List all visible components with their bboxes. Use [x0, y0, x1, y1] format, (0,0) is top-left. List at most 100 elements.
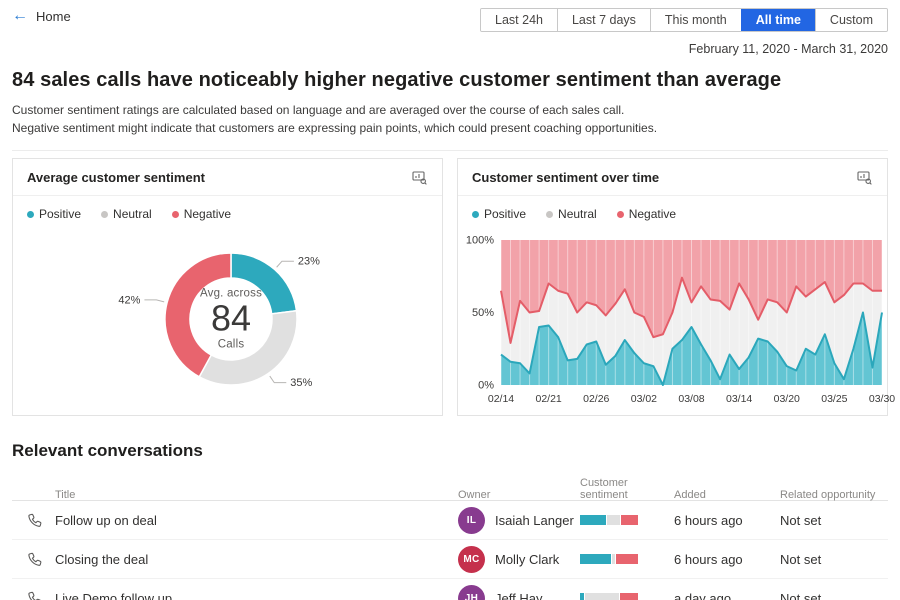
col-added: Added — [674, 489, 780, 501]
card-header: Average customer sentiment — [13, 159, 442, 196]
show-data-icon[interactable] — [856, 169, 873, 186]
back-arrow-icon: ← — [12, 8, 28, 24]
neutral-segment — [585, 593, 618, 600]
table-header-row: Title Owner Customer sentiment Added Rel… — [12, 477, 888, 501]
svg-text:03/20: 03/20 — [774, 393, 800, 405]
owner-name: Molly Clark — [495, 552, 559, 567]
owner-cell: MC Molly Clark — [458, 546, 580, 573]
donut-center-label: Avg. across 84 Calls — [200, 288, 262, 351]
phone-icon — [12, 590, 55, 600]
related-opportunity-cell: Not set — [780, 513, 888, 528]
back-label: Home — [36, 9, 71, 24]
legend-positive: Positive — [27, 207, 81, 221]
phone-icon — [12, 551, 55, 567]
conversation-title: Live Demo follow up — [55, 591, 458, 600]
area-legend: Positive Neutral Negative — [458, 196, 887, 227]
negative-segment — [621, 515, 638, 525]
neutral-segment — [612, 554, 615, 564]
neutral-segment — [607, 515, 620, 525]
col-owner: Owner — [458, 489, 580, 501]
negative-segment — [616, 554, 638, 564]
insight-title: 84 sales calls have noticeably higher ne… — [12, 69, 888, 92]
positive-segment — [580, 554, 611, 564]
legend-neutral: Neutral — [101, 207, 152, 221]
col-sentiment: Customer sentiment — [580, 477, 674, 501]
positive-dot-icon — [472, 211, 479, 218]
related-opportunity-cell: Not set — [780, 552, 888, 567]
donut-legend: Positive Neutral Negative — [13, 196, 442, 227]
sentiment-over-time-card: Customer sentiment over time Positive Ne… — [457, 158, 888, 416]
legend-negative: Negative — [172, 207, 231, 221]
positive-dot-icon — [27, 211, 34, 218]
description-line-1: Customer sentiment ratings are calculate… — [12, 103, 624, 117]
added-cell: 6 hours ago — [674, 513, 780, 528]
date-range: February 11, 2020 - March 31, 2020 — [12, 42, 888, 57]
owner-cell: IL Isaiah Langer — [458, 507, 580, 534]
show-data-icon[interactable] — [411, 169, 428, 186]
svg-text:02/21: 02/21 — [535, 393, 561, 405]
owner-cell: JH Jeff Hay — [458, 585, 580, 600]
svg-text:42%: 42% — [118, 294, 140, 306]
svg-text:02/26: 02/26 — [583, 393, 609, 405]
conversations-table: Title Owner Customer sentiment Added Rel… — [12, 477, 888, 600]
sentiment-bar — [580, 593, 638, 600]
svg-text:23%: 23% — [298, 256, 320, 268]
svg-text:50%: 50% — [472, 307, 494, 319]
area-chart-area: 0% 50% 100% 02/14 02/21 02/26 03/02 03/08 03/14 0… — [458, 227, 887, 413]
average-sentiment-card: Average customer sentiment Positive Neut… — [12, 158, 443, 416]
filter-last-7-days[interactable]: Last 7 days — [557, 9, 650, 31]
charts-row: Average customer sentiment Positive Neut… — [12, 158, 888, 416]
col-title: Title — [55, 489, 458, 501]
filter-last-24h[interactable]: Last 24h — [481, 9, 557, 31]
sentiment-bar — [580, 515, 638, 525]
svg-text:03/25: 03/25 — [821, 393, 847, 405]
svg-text:100%: 100% — [466, 235, 494, 247]
description-line-2: Negative sentiment might indicate that c… — [12, 121, 657, 135]
time-filter-group: Last 24h Last 7 days This month All time… — [480, 8, 888, 32]
svg-text:35%: 35% — [290, 377, 312, 389]
area-chart: 0% 50% 100% 02/14 02/21 02/26 03/02 03/08 03/14 0… — [458, 227, 889, 413]
sentiment-bar — [580, 554, 638, 564]
table-row[interactable]: Follow up on deal IL Isaiah Langer 6 hou… — [12, 501, 888, 540]
svg-text:03/08: 03/08 — [678, 393, 704, 405]
insight-description: Customer sentiment ratings are calculate… — [12, 101, 888, 137]
positive-segment — [580, 593, 584, 600]
donut-chart-area: 23% 35% 42% Avg. across 84 Calls — [13, 227, 442, 413]
added-cell: 6 hours ago — [674, 552, 780, 567]
positive-segment — [580, 515, 606, 525]
svg-text:03/14: 03/14 — [726, 393, 752, 405]
svg-text:0%: 0% — [478, 380, 494, 392]
topbar: ← Home Last 24h Last 7 days This month A… — [12, 0, 888, 34]
table-row[interactable]: Closing the deal MC Molly Clark 6 hours … — [12, 540, 888, 579]
filter-all-time[interactable]: All time — [741, 9, 815, 31]
conversation-title: Follow up on deal — [55, 513, 458, 528]
negative-dot-icon — [172, 211, 179, 218]
owner-name: Jeff Hay — [495, 591, 542, 600]
legend-neutral: Neutral — [546, 207, 597, 221]
filter-this-month[interactable]: This month — [650, 9, 741, 31]
card-title: Customer sentiment over time — [472, 170, 659, 185]
owner-name: Isaiah Langer — [495, 513, 574, 528]
added-cell: a day ago — [674, 591, 780, 600]
negative-segment — [620, 593, 638, 600]
conversation-title: Closing the deal — [55, 552, 458, 567]
avatar: MC — [458, 546, 485, 573]
neutral-dot-icon — [546, 211, 553, 218]
related-opportunity-cell: Not set — [780, 591, 888, 600]
conversations-heading: Relevant conversations — [12, 441, 888, 461]
negative-dot-icon — [617, 211, 624, 218]
avatar: IL — [458, 507, 485, 534]
phone-icon — [12, 512, 55, 528]
card-header: Customer sentiment over time — [458, 159, 887, 196]
svg-text:02/14: 02/14 — [488, 393, 514, 405]
section-divider — [12, 150, 888, 151]
avatar: JH — [458, 585, 485, 600]
svg-text:03/30: 03/30 — [869, 393, 895, 405]
back-button[interactable]: ← Home — [12, 8, 71, 24]
page: ← Home Last 24h Last 7 days This month A… — [0, 0, 900, 600]
filter-custom[interactable]: Custom — [815, 9, 887, 31]
table-row[interactable]: Live Demo follow up JH Jeff Hay a day ag… — [12, 579, 888, 600]
svg-text:03/02: 03/02 — [631, 393, 657, 405]
legend-negative: Negative — [617, 207, 676, 221]
legend-positive: Positive — [472, 207, 526, 221]
